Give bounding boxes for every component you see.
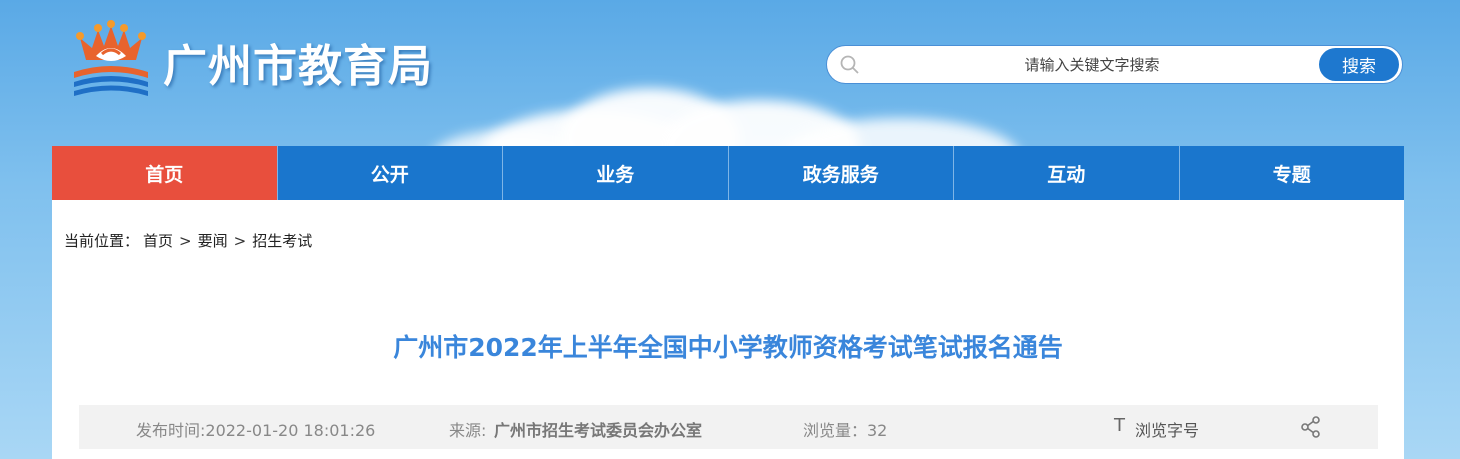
nav-item-home[interactable]: 首页 — [52, 146, 278, 200]
search-bar: 搜索 — [826, 45, 1403, 84]
search-button[interactable]: 搜索 — [1319, 48, 1399, 81]
search-icon — [840, 55, 859, 74]
font-size-button[interactable]: 浏览字号 — [1135, 417, 1199, 441]
source-label: 来源: — [449, 421, 487, 440]
source-value: 广州市招生考试委员会办公室 — [494, 421, 703, 440]
nav-item-interaction[interactable]: 互动 — [954, 146, 1180, 200]
view-count: 浏览量：32 — [803, 421, 888, 440]
site-title[interactable]: 广州市教育局 — [163, 30, 433, 94]
education-bureau-logo[interactable] — [66, 20, 156, 100]
share-icon[interactable] — [1300, 416, 1322, 438]
nav-item-public[interactable]: 公开 — [278, 146, 503, 200]
main-nav: 首页 公开 业务 政务服务 互动 专题 — [52, 146, 1404, 200]
font-size-icon[interactable]: T — [1114, 415, 1125, 436]
nav-item-business[interactable]: 业务 — [503, 146, 729, 200]
breadcrumb: 当前位置： 首页 > 要闻 > 招生考试 — [64, 230, 312, 251]
breadcrumb-link-home[interactable]: 首页 — [143, 230, 173, 251]
breadcrumb-link-news[interactable]: 要闻 — [198, 230, 228, 251]
content-panel: 当前位置： 首页 > 要闻 > 招生考试 广州市2022年上半年全国中小学教师资… — [52, 200, 1404, 459]
breadcrumb-link-exams[interactable]: 招生考试 — [252, 230, 312, 251]
breadcrumb-prefix: 当前位置： — [64, 232, 140, 250]
nav-item-topics[interactable]: 专题 — [1180, 146, 1405, 200]
search-input[interactable] — [877, 50, 1307, 80]
article-title: 广州市2022年上半年全国中小学教师资格考试笔试报名通告 — [393, 333, 1063, 362]
article-meta-bar: 发布时间:2022-01-20 18:01:26 来源: 广州市招生考试委员会办… — [79, 405, 1378, 449]
nav-item-gov-services[interactable]: 政务服务 — [729, 146, 954, 200]
breadcrumb-separator: > — [179, 231, 192, 250]
publish-time: 发布时间:2022-01-20 18:01:26 — [136, 421, 376, 440]
breadcrumb-separator: > — [233, 231, 247, 250]
